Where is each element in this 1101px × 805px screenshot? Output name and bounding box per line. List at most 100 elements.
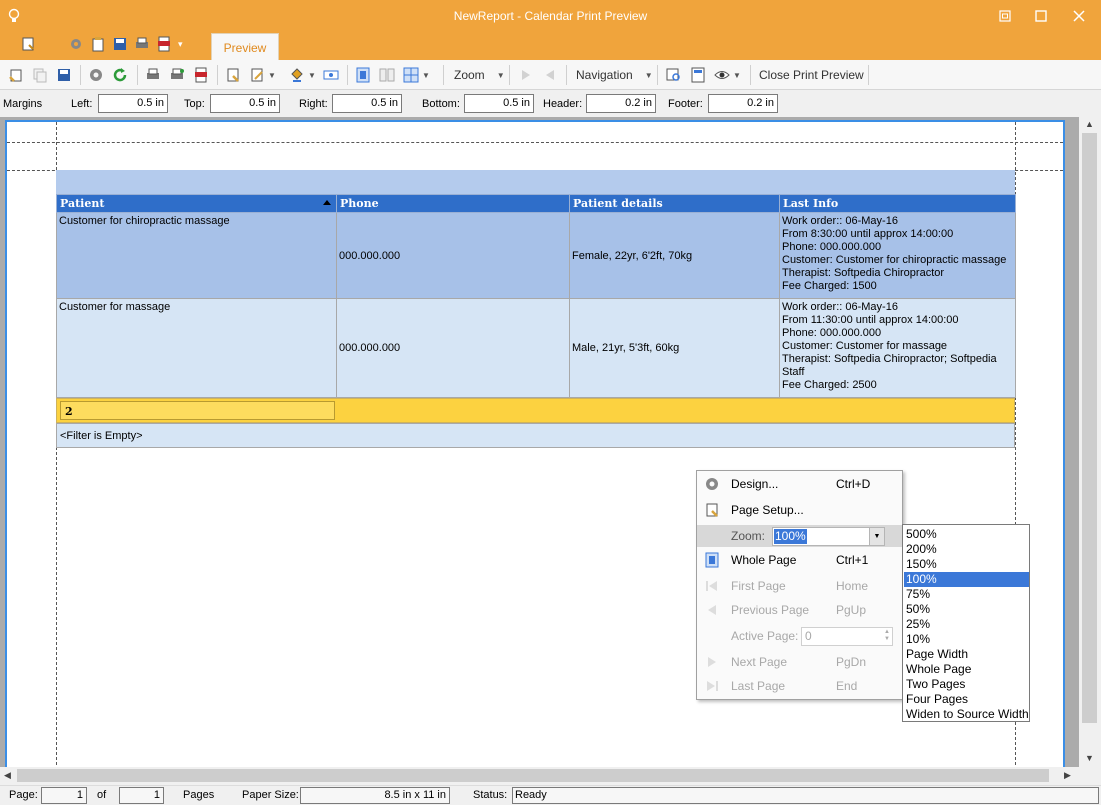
header-margin-input[interactable]: 0.2 in [586,94,656,113]
total-pages-field: 1 [119,787,164,804]
find-icon[interactable] [666,67,682,83]
two-pages-icon[interactable] [379,67,395,83]
zoom-option[interactable]: Widen to Source Width [904,707,1029,722]
vertical-scroll-thumb[interactable] [1082,133,1097,723]
print-icon[interactable] [134,36,150,52]
info-line: Work order:: 06-May-16 [782,301,898,313]
navigation-label: Navigation [576,68,633,82]
menu-item-first-page: First Page Home [697,575,902,597]
column-header-patient-details[interactable]: Patient details [569,194,780,213]
scroll-right-icon[interactable]: ▶ [1064,770,1071,781]
save-icon[interactable] [56,67,72,83]
clipboard-icon[interactable] [90,36,106,52]
pdf-export-icon[interactable] [156,36,172,52]
eye-icon[interactable] [714,67,730,83]
quick-access-toolbar: ▾ [20,36,183,52]
zoom-option[interactable]: 150% [904,557,1029,572]
zoom-option[interactable]: 10% [904,632,1029,647]
title-bar: NewReport - Calendar Print Preview ▾ Pre… [0,0,1101,60]
zoom-option[interactable]: 200% [904,542,1029,557]
right-margin-input[interactable]: 0.5 in [332,94,402,113]
maximize-icon [1035,10,1047,22]
info-line: Staff [782,366,805,378]
menu-item-label: Last Page [731,679,786,693]
header-margin-guide[interactable] [7,142,1063,143]
maximize-button[interactable] [1030,6,1052,26]
info-line: Phone: 000.000.000 [782,327,882,339]
status-bar: Page: 1 of 1 Pages Paper Size: 8.5 in x … [0,785,1101,805]
menu-item-previous-page: Previous Page PgUp [697,599,902,621]
one-page-icon[interactable] [355,67,371,83]
column-header-patient[interactable]: Patient [56,194,337,213]
page-setup-icon[interactable] [20,36,36,52]
scroll-down-icon[interactable]: ▼ [1085,753,1094,763]
close-print-preview-button[interactable]: Close Print Preview [759,65,864,85]
top-margin-input[interactable]: 0.5 in [210,94,280,113]
gear-icon[interactable] [68,36,84,52]
gear-icon [706,478,718,490]
chevron-down-icon[interactable]: ▼ [869,528,884,545]
watermark-icon[interactable] [323,67,339,83]
vertical-scrollbar[interactable]: ▲ ▼ [1079,117,1101,767]
qat-customize-icon[interactable]: ▾ [178,39,183,50]
menu-item-whole-page[interactable]: Whole Page Ctrl+1 [697,549,902,571]
close-window-button[interactable] [1068,6,1090,26]
chevron-down-icon: ▼ [496,70,505,80]
paper-size-label: Paper Size: [242,789,299,801]
of-label: of [97,789,107,801]
margins-bar: Margins Left: 0.5 in Top: 0.5 in Right: … [0,92,1101,116]
details-cell: Male, 21yr, 5'3ft, 60kg [569,298,780,398]
navigation-menu-button[interactable]: Navigation ▼ [576,65,653,85]
paper-size-field: 8.5 in x 11 in [300,787,450,804]
menu-shortcut: Home [836,579,869,593]
restore-window-button[interactable] [994,6,1016,26]
status-field: Ready [512,787,1099,804]
save-icon[interactable] [112,36,128,52]
refresh-icon[interactable] [112,67,128,83]
quick-print-icon[interactable] [169,67,185,83]
menu-item-page-setup[interactable]: Page Setup... [697,499,902,521]
bottom-margin-input[interactable]: 0.5 in [464,94,534,113]
column-header-last-info[interactable]: Last Info [779,194,1016,213]
info-line: Work order:: 06-May-16 [782,215,898,227]
zoom-option[interactable]: Page Width [904,647,1029,662]
page-setup-icon[interactable] [8,67,24,83]
horizontal-scrollbar[interactable]: ◀ ▶ [0,767,1079,784]
menu-item-design[interactable]: Design... Ctrl+D [697,473,902,495]
menu-item-zoom[interactable]: Zoom: 100% ▼ [697,525,902,547]
left-margin-input[interactable]: 0.5 in [98,94,168,113]
bottom-margin-label: Bottom: [422,98,460,110]
zoom-combo-input[interactable]: 100% ▼ [772,527,885,546]
margins-title: Margins [3,98,43,110]
page-setup-icon [706,503,718,517]
zoom-option[interactable]: 50% [904,602,1029,617]
footer-margin-input[interactable]: 0.2 in [708,94,778,113]
zoom-option-selected[interactable]: 100% [904,572,1029,587]
zoom-option[interactable]: 75% [904,587,1029,602]
horizontal-scroll-thumb[interactable] [17,769,1049,782]
restore-icon [999,10,1011,22]
page-number-field[interactable]: 1 [41,787,87,804]
print-icon[interactable] [145,67,161,83]
footer-margin-label: Footer: [668,98,703,110]
edit-page-icon[interactable] [249,67,265,83]
pdf-export-icon[interactable] [193,67,209,83]
scroll-left-icon[interactable]: ◀ [4,770,11,781]
gear-icon[interactable] [88,67,104,83]
patient-cell: Customer for chiropractic massage [56,212,337,299]
zoom-option[interactable]: Two Pages [904,677,1029,692]
column-header-phone[interactable]: Phone [336,194,570,213]
zoom-option[interactable]: 25% [904,617,1029,632]
zoom-menu-button[interactable]: Zoom ▼ [454,65,505,85]
zoom-option[interactable]: 500% [904,527,1029,542]
zoom-option[interactable]: Whole Page [904,662,1029,677]
tab-preview[interactable]: Preview [211,33,279,60]
multiple-pages-icon[interactable] [403,67,419,83]
page-setup-icon[interactable] [225,67,241,83]
next-page-icon [708,657,716,667]
zoom-option[interactable]: Four Pages [904,692,1029,707]
scroll-up-icon[interactable]: ▲ [1085,119,1094,129]
fill-color-icon[interactable] [289,67,305,83]
info-line: Fee Charged: 1500 [782,280,877,292]
header-footer-icon[interactable] [690,67,706,83]
